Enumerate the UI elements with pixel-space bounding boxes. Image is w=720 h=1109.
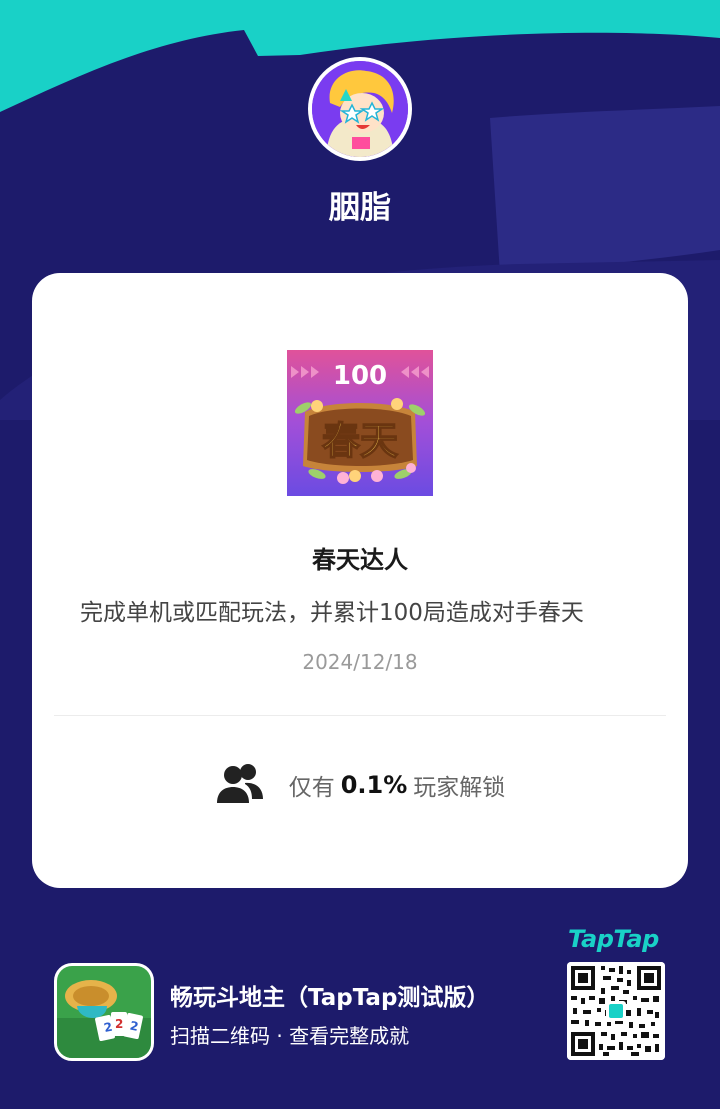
achievement-description: 完成单机或匹配玩法，并累计100局造成对手春天 <box>80 600 584 626</box>
game-app-icon-image: 2 2 2 <box>57 966 151 1058</box>
avatar-image <box>312 61 408 157</box>
game-app-icon[interactable]: 2 2 2 <box>54 963 154 1061</box>
svg-text:100: 100 <box>333 361 387 391</box>
taptap-logo: TapTap <box>568 925 659 953</box>
svg-text:2: 2 <box>115 1017 123 1031</box>
unlock-percent: 0.1% <box>340 771 408 799</box>
unlock-stat: 仅有 0.1% 玩家解锁 <box>32 761 688 809</box>
avatar[interactable] <box>308 57 412 161</box>
svg-text:春天: 春天 <box>322 419 398 463</box>
achievement-title: 春天达人 <box>312 546 408 574</box>
unlock-suffix: 玩家解锁 <box>413 775 506 801</box>
divider <box>54 715 666 716</box>
unlock-prefix: 仅有 <box>288 775 335 801</box>
achievement-badge: 100 春天 <box>287 350 433 496</box>
game-subtitle: 扫描二维码 · 查看完整成就 <box>170 1024 410 1048</box>
username: 胭脂 <box>329 190 391 226</box>
achievement-date: 2024/12/18 <box>302 650 418 674</box>
achievement-card: 100 春天 春天达人 完成单机或匹配玩法，并累计100局造成对手春天 2024… <box>32 273 688 888</box>
people-icon <box>216 764 263 803</box>
game-title: 畅玩斗地主（TapTap测试版） <box>170 985 490 1011</box>
qr-code[interactable] <box>567 962 665 1060</box>
